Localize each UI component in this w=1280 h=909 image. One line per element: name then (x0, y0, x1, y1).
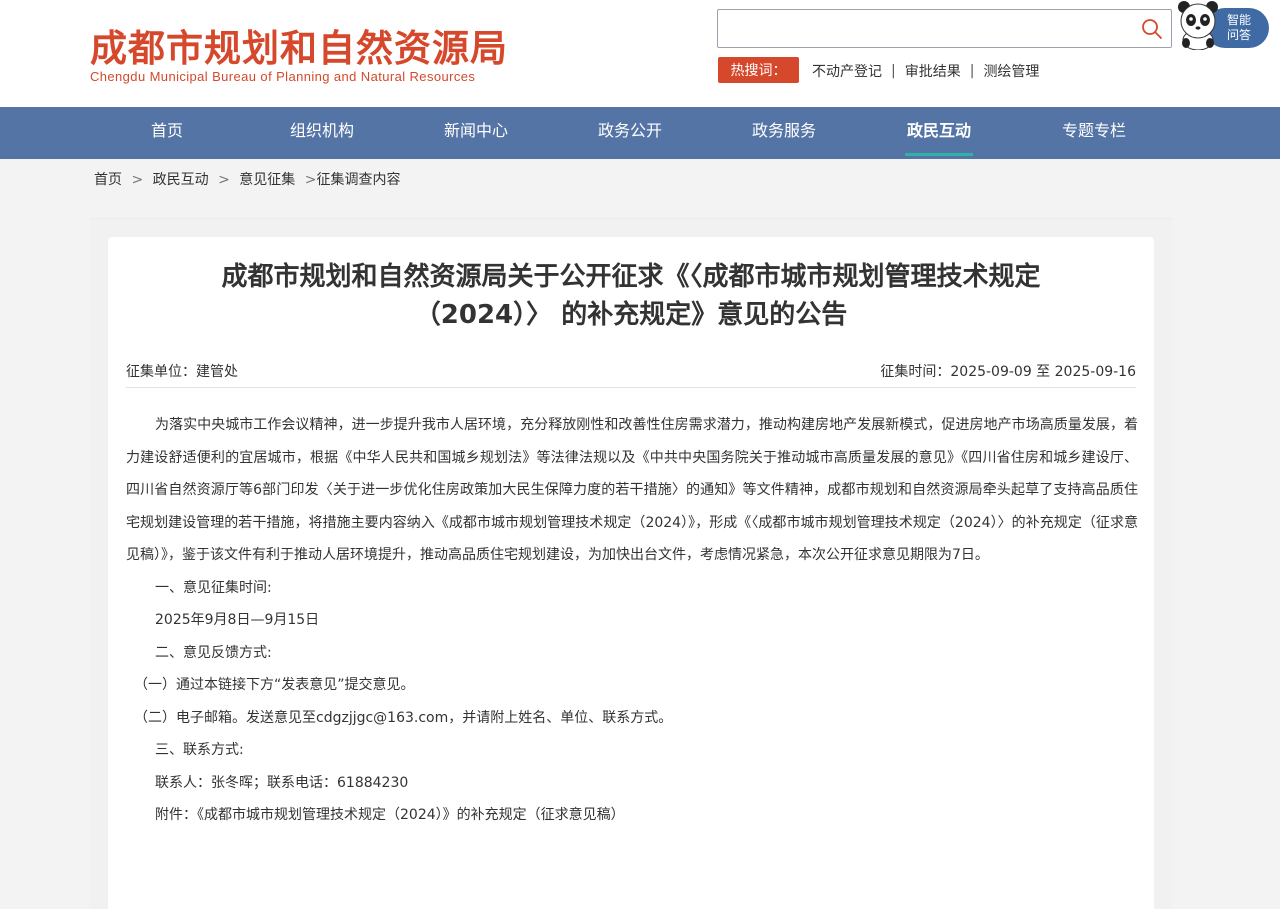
breadcrumb-home[interactable]: 首页 (94, 172, 122, 188)
ai-label-line2: 问答 (1227, 28, 1252, 42)
nav-item-label: 新闻中心 (443, 121, 508, 140)
nav-item-label: 组织机构 (289, 121, 354, 140)
hot-search-label: 热搜词： (718, 57, 799, 83)
breadcrumb-separator: > (304, 172, 317, 188)
hot-link-separator: | (969, 63, 975, 79)
breadcrumb: 首页 > 政民互动 > 意见征集 >征集调查内容 (94, 169, 400, 189)
hot-link-real-estate[interactable]: 不动产登记 (812, 61, 882, 81)
breadcrumb-interaction[interactable]: 政民互动 (153, 172, 209, 188)
site-header: 成都市规划和自然资源局 Chengdu Municipal Bureau of … (0, 0, 1280, 107)
hot-search-links: 不动产登记 | 审批结果 | 测绘管理 (812, 61, 1039, 81)
solicitation-period: 征集时间：2025-09-09 至 2025-09-16 (880, 364, 1136, 380)
solicitation-dates: 2025年9月8日—9月15日 (155, 612, 320, 628)
contact-person: 联系人：张冬晖；联系电话：61884230 (155, 774, 409, 791)
nav-item-news[interactable]: 新闻中心 (416, 107, 536, 159)
search-button[interactable] (1137, 14, 1167, 44)
active-nav-indicator (905, 153, 973, 156)
ai-label-line1: 智能 (1227, 13, 1252, 27)
logo-title[interactable]: 成都市规划和自然资源局 (90, 18, 508, 72)
nav-item-label: 首页 (150, 121, 183, 140)
feedback-method-link: （一）通过本链接下方“发表意见”提交意见。 (134, 677, 415, 693)
section-heading-time: 一、意见征集时间: (155, 579, 272, 596)
search-box (717, 9, 1172, 48)
section-heading-contact: 三、联系方式: (155, 742, 244, 758)
article-title-line2: （2024）〉 的补充规定》意见的公告 (414, 300, 848, 330)
section-heading-feedback: 二、意见反馈方式: (155, 644, 272, 661)
meta-divider (126, 387, 1136, 388)
article-body: 为落实中央城市工作会议精神，进一步提升我市人居环境，充分释放刚性和改善性住房需求… (126, 409, 1138, 832)
feedback-method-email: （二）电子邮箱。发送意见至cdgzjjgc@163.com，并请附上姓名、单位、… (134, 709, 673, 726)
breadcrumb-separator: > (131, 172, 144, 188)
breadcrumb-separator: > (218, 172, 230, 188)
nav-item-label: 专题专栏 (1061, 121, 1126, 140)
logo-subtitle: Chengdu Municipal Bureau of Planning and… (90, 69, 476, 84)
solicitation-unit: 征集单位：建管处 (126, 364, 238, 380)
article-intro-paragraph: 为落实中央城市工作会议精神，进一步提升我市人居环境，充分释放刚性和改善性住房需求… (126, 417, 1138, 563)
hot-link-approval[interactable]: 审批结果 (905, 61, 961, 81)
article-card: 成都市规划和自然资源局关于公开征求《〈成都市城市规划管理技术规定 （2024）〉… (108, 237, 1154, 909)
article-title-line1: 成都市规划和自然资源局关于公开征求《〈成都市城市规划管理技术规定 (221, 262, 1041, 292)
hot-link-surveying[interactable]: 测绘管理 (983, 61, 1039, 81)
nav-item-interaction[interactable]: 政民互动 (879, 107, 999, 159)
main-nav: 首页 组织机构 新闻中心 政务公开 政务服务 政民互动 专题专栏 (0, 107, 1280, 159)
search-icon (1142, 19, 1162, 39)
hot-link-separator: | (891, 63, 896, 79)
nav-item-gov-disclosure[interactable]: 政务公开 (570, 107, 690, 159)
breadcrumb-solicitation[interactable]: 意见征集 (239, 172, 295, 188)
breadcrumb-current: 征集调查内容 (316, 172, 401, 188)
search-input[interactable] (724, 14, 1124, 43)
ai-assistant-button[interactable]: 智能 问答 (1175, 0, 1273, 52)
nav-item-label: 政务服务 (751, 121, 816, 140)
nav-item-organization[interactable]: 组织机构 (262, 107, 382, 159)
nav-item-special-topics[interactable]: 专题专栏 (1034, 107, 1154, 159)
panda-mascot-icon (1178, 1, 1218, 50)
nav-item-label: 政民互动 (906, 121, 971, 140)
attachment-link[interactable]: 附件：《成都市城市规划管理技术规定（2024）》的补充规定（征求意见稿） (126, 799, 1138, 832)
nav-item-gov-services[interactable]: 政务服务 (724, 107, 844, 159)
nav-item-label: 政务公开 (597, 121, 662, 140)
article-title: 成都市规划和自然资源局关于公开征求《〈成都市城市规划管理技术规定 （2024）〉… (108, 258, 1154, 334)
nav-item-home[interactable]: 首页 (107, 107, 227, 159)
